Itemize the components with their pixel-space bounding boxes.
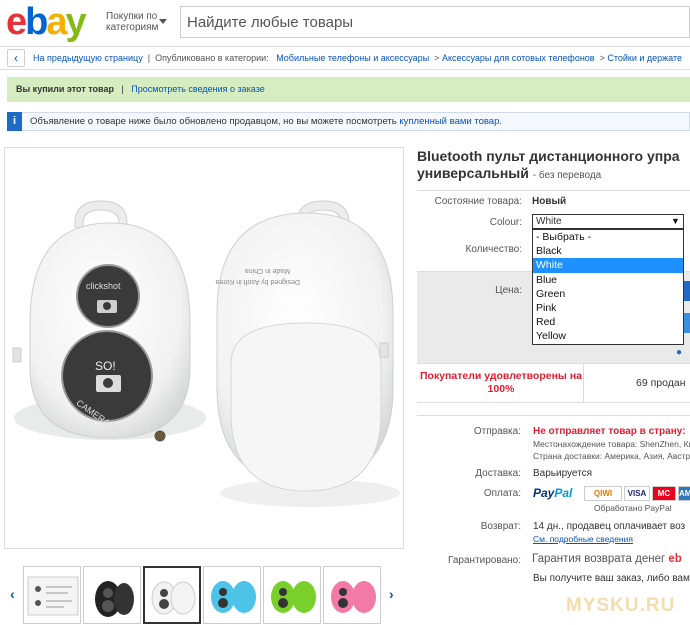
guarantee-note: Вы получите ваш заказ, либо вам вер [533, 573, 690, 584]
delivery-label: Доставка: [475, 468, 521, 479]
shipping-value: Не отправляет товар в страну: [533, 426, 686, 437]
colour-dropdown-list: - Выбрать - Black White Blue Green Pink … [532, 229, 684, 345]
update-notice-text: Объявление о товаре ниже было обновлено … [30, 116, 502, 127]
thumbnail-pink-image [331, 581, 376, 613]
condition-label: Состояние товара: [434, 196, 522, 207]
colour-selected-value: White [536, 216, 562, 227]
thumbnail-manual-image [27, 576, 79, 616]
colour-option[interactable]: - Выбрать - [533, 230, 683, 244]
payment-label: Оплата: [483, 488, 521, 499]
colour-select[interactable]: White [532, 214, 684, 229]
info-icon: i [7, 112, 22, 131]
breadcrumb-item-phones[interactable]: Мобильные телефоны и аксессуары [276, 53, 429, 63]
title-line-1: Bluetooth пульт дистанционного упра [417, 148, 680, 164]
buyers-satisfied: Покупатели удовлетворены на 100% [420, 370, 583, 395]
notice-text: Объявление о товаре ниже было обновлено … [30, 116, 397, 127]
thumbnail-6[interactable] [323, 566, 381, 624]
visa-icon: VISA [624, 486, 650, 501]
colour-option[interactable]: Blue [533, 273, 683, 287]
thumbnail-1[interactable] [23, 566, 81, 624]
thumbnail-3-selected[interactable] [143, 566, 201, 624]
sold-count: 69 продан [636, 377, 686, 389]
thumbnail-2[interactable] [83, 566, 141, 624]
stats-divider [583, 364, 584, 402]
mastercard-icon: MC [652, 486, 676, 501]
guarantee-label: Гарантировано: [448, 555, 521, 566]
thumbnail-white-image [151, 581, 196, 615]
purchased-status: Вы купили этот товар [16, 84, 114, 94]
chevron-left-icon[interactable]: ‹ [7, 49, 25, 67]
colour-option[interactable]: Red [533, 315, 683, 329]
device-back-text-2: Made in China [245, 267, 290, 274]
paypal-note: Обработано PayPal [594, 503, 672, 513]
thumbnail-green-image [271, 581, 316, 613]
thumbnail-prev-icon[interactable]: ‹ [10, 586, 15, 602]
guarantee-brand: eb [668, 553, 682, 565]
item-location: Местонахождение товара: ShenZhen, Кита [533, 439, 690, 449]
breadcrumb-item-accessories[interactable]: Аксессуары для сотовых телефонов [442, 53, 595, 63]
return-value: 14 дн., продавец оплачивает воз [533, 521, 686, 532]
paypal-logo: PayPal [533, 486, 573, 500]
dropdown-arrow-icon[interactable]: ▼ [671, 216, 680, 226]
ship-to: Страна доставки: Америка, Азия, Австрал [533, 451, 690, 461]
price-label: Цена: [495, 285, 522, 296]
qiwi-icon: QIWI [584, 486, 622, 501]
condition-value: Новый [532, 196, 567, 207]
return-label: Возврат: [480, 521, 521, 532]
watermark: MYSKU.RU [566, 595, 676, 616]
thumbnail-blue-image [211, 581, 256, 613]
add-to-cart-button[interactable] [684, 313, 690, 333]
shipping-label: Отправка: [473, 426, 521, 437]
buy-now-button[interactable] [684, 281, 690, 301]
order-details-link[interactable]: Просмотреть сведения о заказе [131, 84, 264, 94]
back-link[interactable]: На предыдущую страницу [33, 53, 143, 63]
product-title: Bluetooth пульт дистанционного упра унив… [417, 148, 690, 184]
breadcrumb-item-stands[interactable]: Стойки и держате [607, 53, 682, 63]
eye-icon[interactable]: ● [676, 347, 682, 358]
device-so-text: SO! [95, 359, 116, 373]
title-line-2: универсальный [417, 165, 529, 181]
amex-icon: AMEX [678, 486, 690, 501]
guarantee-text: Гарантия возврата денег [532, 553, 666, 565]
thumbnail-4[interactable] [203, 566, 261, 624]
search-input[interactable]: Найдите любые товары [180, 6, 690, 38]
title-note: - без перевода [532, 170, 602, 181]
device-logo-text: clickshot [86, 281, 121, 291]
breadcrumb: На предыдущую страницу | Опубликовано в … [33, 53, 683, 63]
thumbnail-5[interactable] [263, 566, 321, 624]
colour-option[interactable]: Yellow [533, 329, 683, 343]
device-back-text: Designed by Asoft in Korea [215, 278, 300, 285]
colour-option[interactable]: Pink [533, 301, 683, 315]
published-label: Опубликовано в категории: [155, 53, 269, 63]
product-image[interactable]: clickshot SO! CAMERA 360 Designed by Aso… [4, 147, 404, 549]
quantity-label: Количество: [465, 244, 522, 255]
purchased-banner: Вы купили этот товар | Просмотреть сведе… [7, 77, 690, 102]
colour-label: Colour: [489, 217, 522, 228]
colour-option[interactable]: Green [533, 287, 683, 301]
chevron-down-icon [159, 19, 167, 24]
shop-by-category-button[interactable]: Покупки по категориям [106, 11, 166, 33]
colour-option[interactable]: Black [533, 244, 683, 258]
colour-option-highlighted[interactable]: White [533, 258, 683, 273]
thumbnail-next-icon[interactable]: › [389, 586, 394, 602]
categories-label: Покупки по категориям [106, 11, 159, 33]
ebay-logo[interactable]: ebay [6, 2, 100, 42]
guarantee-value: Гарантия возврата денег eb [532, 553, 682, 565]
return-details-link[interactable]: См. подробные сведения [533, 534, 633, 544]
search-placeholder: Найдите любые товары [187, 14, 354, 31]
remote-controls-photo: clickshot SO! CAMERA 360 Designed by Aso… [12, 200, 400, 507]
purchased-item-link[interactable]: купленный вами товар. [399, 116, 502, 127]
delivery-value: Варьируется [533, 468, 593, 479]
thumbnail-black-image [95, 581, 134, 617]
